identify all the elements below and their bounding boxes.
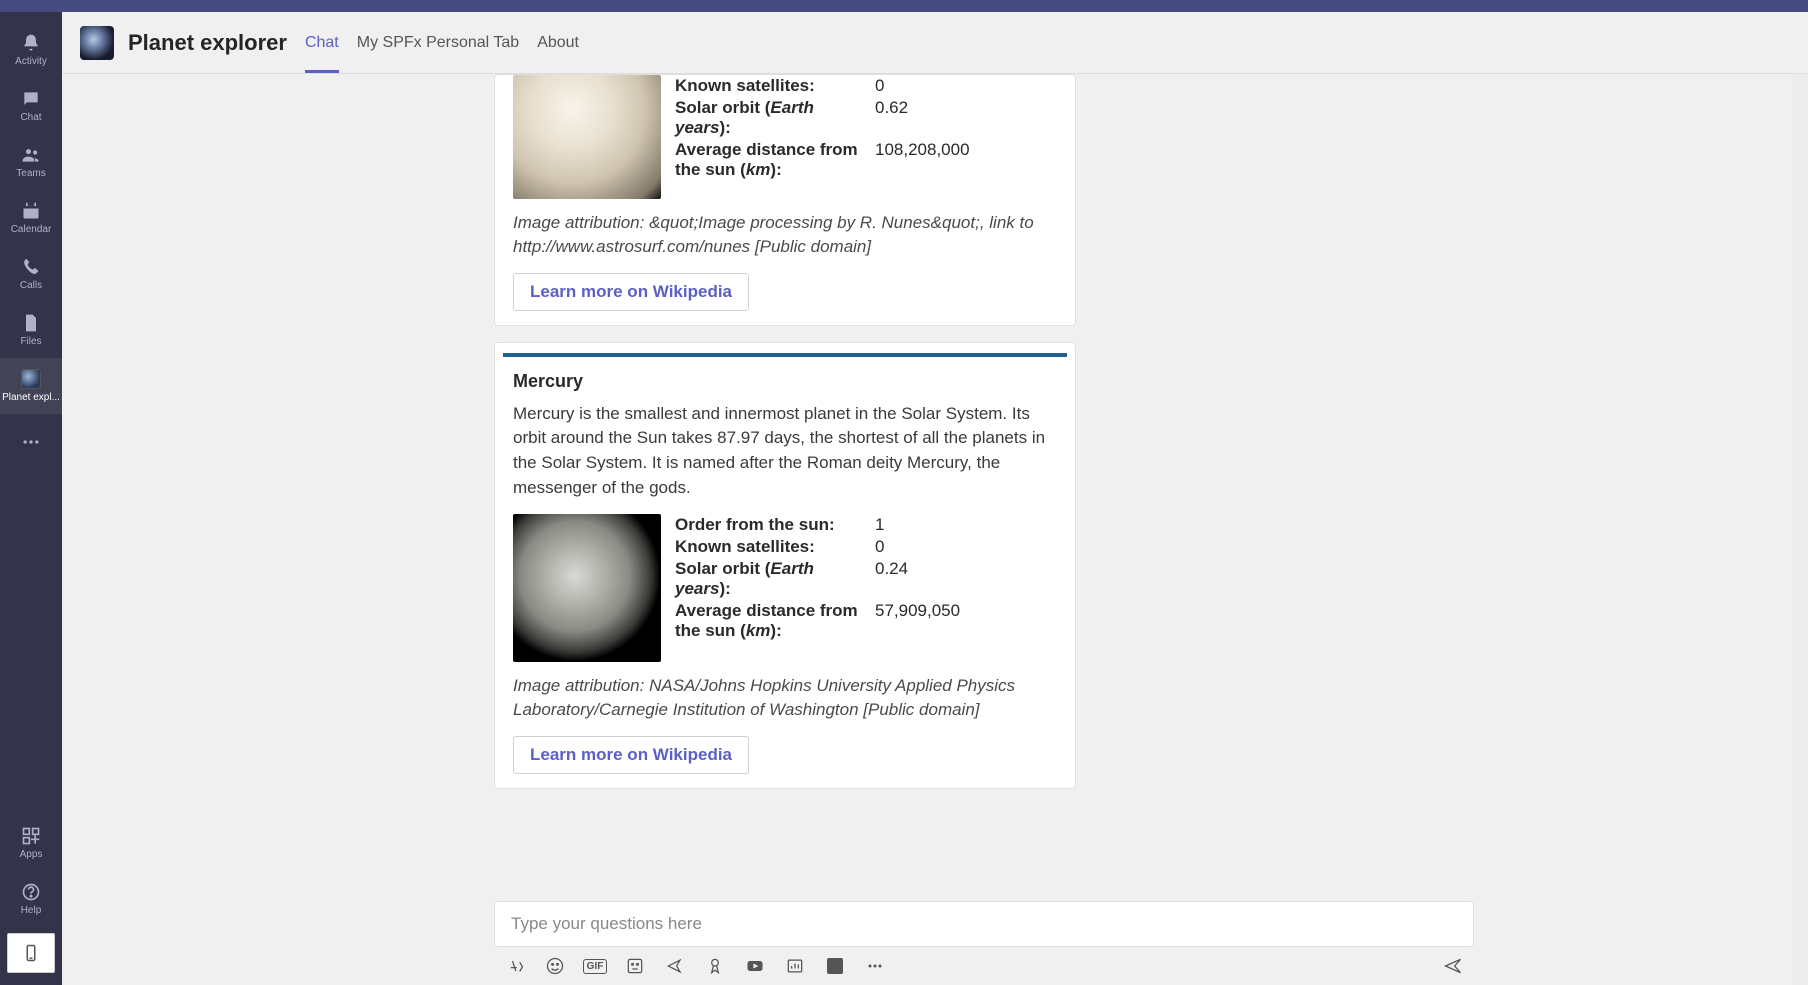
rail-help[interactable]: Help <box>0 871 62 927</box>
share-icon[interactable] <box>664 955 686 977</box>
planet-facts: Known satellites: 0 Solar orbit (Earth y… <box>675 75 970 199</box>
rail-label: Teams <box>16 168 45 179</box>
learn-more-button[interactable]: Learn more on Wikipedia <box>513 273 749 311</box>
bell-icon <box>21 33 41 53</box>
fact-unit: km <box>746 160 771 179</box>
emoji-icon[interactable] <box>544 955 566 977</box>
more-actions-icon[interactable] <box>864 955 886 977</box>
fact-value: 57,909,050 <box>875 600 960 642</box>
chart-icon[interactable] <box>784 955 806 977</box>
fact-value: 108,208,000 <box>875 139 970 181</box>
app-square-icon[interactable] <box>824 955 846 977</box>
format-icon[interactable] <box>504 955 526 977</box>
rail-label: Calendar <box>11 224 52 235</box>
app-logo <box>80 26 114 60</box>
fact-value: 0.24 <box>875 558 960 600</box>
scrollbar[interactable] <box>1792 74 1808 985</box>
send-icon[interactable] <box>1442 955 1464 977</box>
rail-mobile-button[interactable] <box>7 933 55 973</box>
rail-teams[interactable]: Teams <box>0 134 62 190</box>
planet-facts: Order from the sun: 1 Known satellites: … <box>675 514 960 662</box>
rail-label: Calls <box>20 280 42 291</box>
planet-card-venus: Known satellites: 0 Solar orbit (Earth y… <box>494 74 1076 326</box>
tab-about[interactable]: About <box>537 12 579 73</box>
tab-spfx[interactable]: My SPFx Personal Tab <box>357 12 519 73</box>
fact-value: 0 <box>875 75 970 97</box>
image-attribution: Image attribution: &quot;Image processin… <box>513 211 1057 259</box>
planet-image-venus <box>513 75 661 199</box>
tab-chat[interactable]: Chat <box>305 12 339 73</box>
phone-icon <box>21 257 41 277</box>
compose-area: Type your questions here GIF <box>62 901 1808 985</box>
rail-apps[interactable]: Apps <box>0 815 62 871</box>
more-icon <box>21 432 41 452</box>
sticker-icon[interactable] <box>624 955 646 977</box>
chat-messages: Known satellites: 0 Solar orbit (Earth y… <box>62 74 1808 901</box>
planet-card-mercury: Mercury Mercury is the smallest and inne… <box>494 342 1076 789</box>
fact-label: ): <box>770 621 781 640</box>
fact-label: ): <box>719 579 730 598</box>
mobile-icon <box>22 944 40 962</box>
people-icon <box>21 145 41 165</box>
stream-icon[interactable] <box>744 955 766 977</box>
fact-label: Solar orbit ( <box>675 98 770 117</box>
rail-calendar[interactable]: Calendar <box>0 190 62 246</box>
rail-activity[interactable]: Activity <box>0 22 62 78</box>
rail-label: Chat <box>20 112 41 123</box>
help-icon <box>21 882 41 902</box>
app-rail: Activity Chat Teams Calendar Calls <box>0 12 62 985</box>
fact-unit: km <box>746 621 771 640</box>
fact-label: ): <box>719 118 730 137</box>
image-attribution: Image attribution: NASA/Johns Hopkins Un… <box>513 674 1057 722</box>
rail-label: Activity <box>15 56 47 67</box>
tab-bar: Chat My SPFx Personal Tab About <box>305 12 579 73</box>
planet-title: Mercury <box>513 371 1057 392</box>
title-bar <box>0 0 1808 12</box>
rail-more[interactable] <box>0 414 62 470</box>
rail-label: Help <box>21 905 42 916</box>
fact-label: Known satellites: <box>675 76 815 95</box>
gif-icon[interactable]: GIF <box>584 955 606 977</box>
fact-label: ): <box>770 160 781 179</box>
input-placeholder: Type your questions here <box>511 914 702 933</box>
fact-value: 1 <box>875 514 960 536</box>
file-icon <box>21 313 41 333</box>
rail-files[interactable]: Files <box>0 302 62 358</box>
rail-label: Files <box>20 336 41 347</box>
rail-chat[interactable]: Chat <box>0 78 62 134</box>
app-title: Planet explorer <box>128 30 287 56</box>
app-header: Planet explorer Chat My SPFx Personal Ta… <box>62 12 1808 74</box>
fact-value: 0 <box>875 536 960 558</box>
message-input[interactable]: Type your questions here <box>494 901 1474 947</box>
rail-planet-explorer[interactable]: Planet expl... <box>0 358 62 414</box>
planet-app-icon <box>21 369 41 389</box>
chat-icon <box>21 89 41 109</box>
rail-calls[interactable]: Calls <box>0 246 62 302</box>
praise-icon[interactable] <box>704 955 726 977</box>
planet-image-mercury <box>513 514 661 662</box>
apps-icon <box>21 826 41 846</box>
planet-description: Mercury is the smallest and innermost pl… <box>513 402 1057 501</box>
fact-label: Solar orbit ( <box>675 559 770 578</box>
compose-toolbar: GIF <box>494 955 1474 977</box>
fact-label: Known satellites: <box>675 537 815 556</box>
rail-label: Apps <box>20 849 43 860</box>
rail-label: Planet expl... <box>2 392 60 403</box>
calendar-icon <box>21 201 41 221</box>
learn-more-button[interactable]: Learn more on Wikipedia <box>513 736 749 774</box>
fact-value: 0.62 <box>875 97 970 139</box>
fact-label: Order from the sun: <box>675 515 835 534</box>
